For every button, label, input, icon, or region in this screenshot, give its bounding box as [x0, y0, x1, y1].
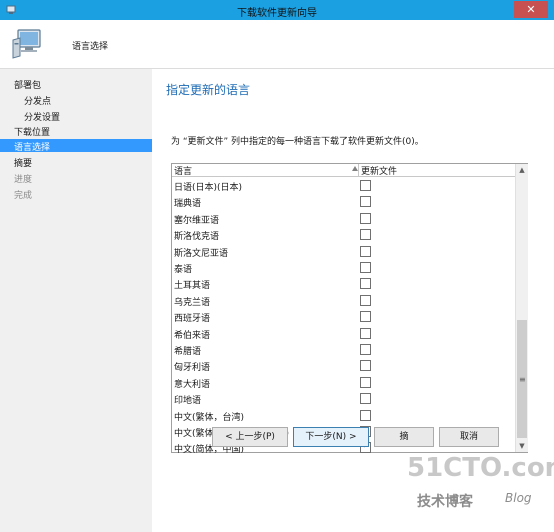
language-row: 匈牙利语 [172, 357, 515, 373]
step-language-selection-label: 语言选择 [14, 143, 51, 153]
language-name: 希腊语 [174, 347, 202, 357]
language-name: 意大利语 [174, 379, 211, 390]
update-files-checkbox[interactable] [360, 245, 371, 257]
language-row: 塞尔维亚语 [172, 210, 515, 226]
language-name: 希伯来语 [174, 330, 211, 341]
update-files-checkbox[interactable] [360, 262, 371, 273]
language-name: 乌克兰语 [174, 297, 211, 308]
watermark-blog: Blog [505, 491, 532, 505]
step-language-selection[interactable]: 语言选择 [0, 139, 152, 153]
section-heading: 指定更新的语言 [166, 83, 251, 97]
step-summary[interactable]: 摘要 [14, 156, 32, 169]
language-name: 西班牙语 [174, 314, 211, 325]
scroll-up-icon[interactable]: ▲ [516, 164, 528, 176]
title-bar: 下载软件更新向导 ✕ [0, 0, 554, 20]
language-name: 斯洛伐克语 [174, 232, 220, 243]
summary-button[interactable]: 摘 [374, 427, 434, 447]
update-files-checkbox[interactable] [360, 327, 371, 339]
language-row: 乌克兰语 [172, 292, 515, 308]
previous-button[interactable]: < 上一步(P) [212, 427, 288, 447]
language-name: 土耳其语 [174, 281, 211, 292]
watermark: 51CTO.com 技术博客 Blog [407, 453, 554, 523]
language-name: 印地语 [174, 396, 202, 407]
language-row: 斯洛文尼亚语 [172, 243, 515, 259]
language-row: 中文(繁体，台湾) [172, 407, 515, 423]
language-row: 瑞典语 [172, 193, 515, 209]
update-files-checkbox[interactable] [360, 393, 371, 405]
language-row: 西班牙语 [172, 308, 515, 324]
update-files-checkbox[interactable] [360, 344, 371, 355]
next-button[interactable]: 下一步(N) > [293, 427, 369, 447]
language-row: 希腊语 [172, 341, 515, 357]
column-separator[interactable] [358, 164, 359, 176]
language-name: 日语(日本)(日本) [174, 183, 243, 193]
language-row: 意大利语 [172, 374, 515, 390]
vertical-scrollbar[interactable]: ▲ ≡ ▼ [515, 164, 528, 452]
scroll-grip-icon: ≡ [519, 375, 526, 384]
step-deployment-package[interactable]: 部署包 [14, 78, 41, 91]
window-title: 下载软件更新向导 [237, 8, 317, 19]
step-distribution-points[interactable]: 分发点 [24, 94, 51, 107]
language-row: 斯洛伐克语 [172, 226, 515, 242]
cancel-button[interactable]: 取消 [439, 427, 499, 447]
scroll-down-icon[interactable]: ▼ [516, 440, 528, 452]
language-name: 泰语 [174, 265, 193, 275]
close-button[interactable]: ✕ [514, 1, 548, 18]
update-files-checkbox[interactable] [360, 294, 371, 306]
step-download-location[interactable]: 下载位置 [14, 125, 50, 138]
watermark-site: 51CTO.com [407, 453, 554, 483]
language-name: 中文(繁体，台湾) [174, 412, 245, 423]
language-name: 匈牙利语 [174, 363, 211, 374]
language-row: 日语(日本)(日本) [172, 177, 515, 193]
language-name: 塞尔维亚语 [174, 215, 220, 226]
update-files-checkbox[interactable] [360, 360, 371, 372]
language-row: 印地语 [172, 390, 515, 406]
step-completion: 完成 [14, 191, 33, 201]
update-files-checkbox[interactable] [360, 229, 371, 241]
page-title: 语言选择 [72, 42, 109, 52]
language-row: 希伯来语 [172, 325, 515, 341]
update-files-checkbox[interactable] [360, 409, 371, 421]
update-files-checkbox[interactable] [360, 278, 371, 290]
language-name: 瑞典语 [174, 199, 202, 210]
update-files-checkbox[interactable] [360, 376, 371, 388]
update-files-checkbox[interactable] [360, 180, 371, 191]
computer-icon [12, 29, 41, 59]
language-row: 土耳其语 [172, 275, 515, 291]
update-files-checkbox[interactable] [360, 311, 371, 323]
wizard-header: 语言选择 [0, 20, 554, 69]
language-grid: 语言 更新文件 日语(日本)(日本) 瑞典语塞尔维亚语斯洛伐克语斯洛文尼亚语 泰语土… [171, 163, 528, 455]
scroll-thumb[interactable]: ≡ [517, 320, 527, 438]
instruction-text: 为 “更新文件” 列中指定的每一种语言下载了软件更新文件(0)。 [171, 137, 424, 147]
language-name: 斯洛文尼亚语 [174, 248, 229, 259]
step-progress: 进度 [14, 175, 33, 185]
step-distribution-settings[interactable]: 分发设置 [24, 110, 60, 123]
grid-header: 语言 更新文件 [172, 164, 515, 177]
wizard-steps-sidebar: 部署包 分发点 分发设置 下载位置 语言选择 摘要 进度 完成 [0, 69, 152, 532]
update-files-checkbox[interactable] [360, 212, 371, 224]
watermark-tagline: 技术博客 [417, 494, 473, 510]
language-row: 泰语 [172, 259, 515, 275]
column-header-language[interactable]: 语言 [174, 164, 192, 177]
update-files-checkbox[interactable] [360, 196, 371, 208]
column-header-update-files[interactable]: 更新文件 [361, 164, 397, 177]
